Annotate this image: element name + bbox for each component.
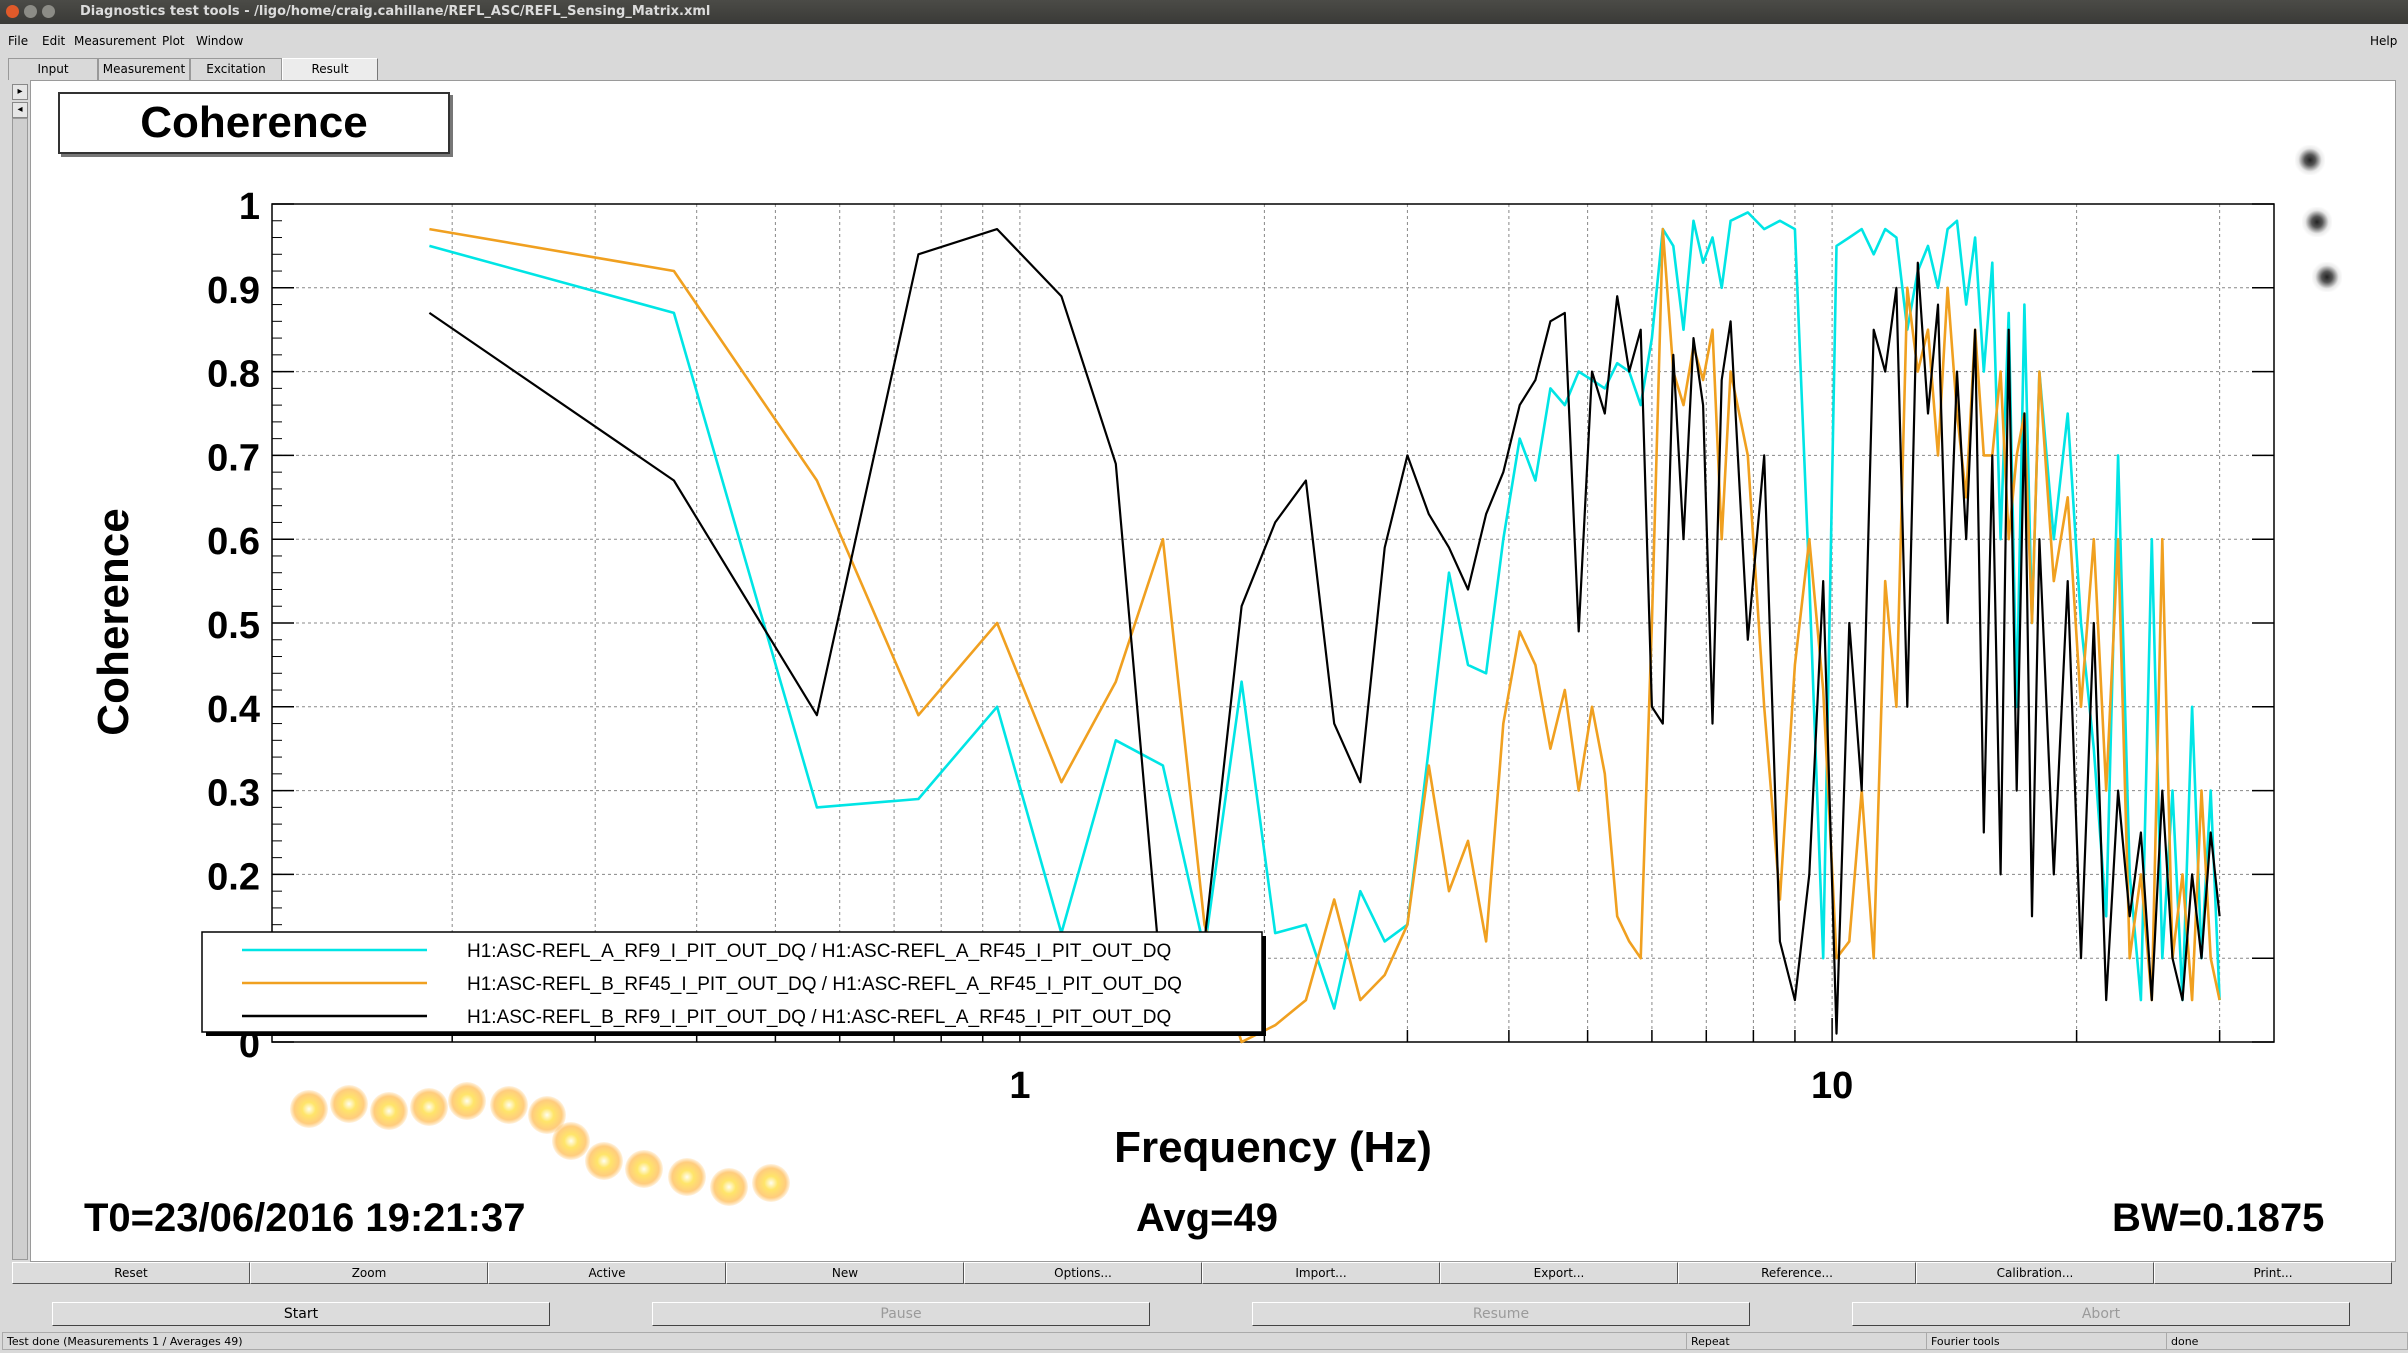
decorative-sparkle	[490, 1086, 528, 1124]
x-tick-label: 1	[1009, 1065, 1030, 1107]
decorative-sparkle	[330, 1085, 368, 1123]
export-button[interactable]: Export...	[1440, 1262, 1678, 1284]
status-tools: Fourier tools	[1926, 1332, 2168, 1350]
options-button[interactable]: Options...	[964, 1262, 1202, 1284]
t0-timestamp: T0=23/06/2016 19:21:37	[84, 1196, 526, 1240]
legend-entry: H1:ASC-REFL_B_RF45_I_PIT_OUT_DQ / H1:ASC…	[467, 974, 1182, 995]
import-button[interactable]: Import...	[1202, 1262, 1440, 1284]
legend: H1:ASC-REFL_A_RF9_I_PIT_OUT_DQ / H1:ASC-…	[201, 931, 1266, 1036]
abort-button[interactable]: Abort	[1852, 1302, 2350, 1326]
y-tick-label: 0.9	[207, 270, 260, 312]
reset-button[interactable]: Reset	[12, 1262, 250, 1284]
decorative-sparkle	[290, 1090, 328, 1128]
resume-button[interactable]: Resume	[1252, 1302, 1750, 1326]
new-button[interactable]: New	[726, 1262, 964, 1284]
status-bar: Test done (Measurements 1 / Averages 49)…	[0, 1332, 2408, 1350]
legend-entry: H1:ASC-REFL_B_RF9_I_PIT_OUT_DQ / H1:ASC-…	[467, 1007, 1171, 1028]
status-state: done	[2166, 1332, 2408, 1350]
status-repeat: Repeat	[1686, 1332, 1928, 1350]
y-tick-label: 0.7	[207, 437, 260, 479]
y-tick-label: 0.2	[207, 856, 260, 898]
decorative-sparkle	[370, 1092, 408, 1130]
print-button[interactable]: Print...	[2154, 1262, 2392, 1284]
y-axis-label: Coherence	[89, 508, 138, 735]
series-lines	[428, 211, 2221, 1044]
coherence-chart[interactable]: 00.10.20.30.40.50.60.70.80.91 110 H1:ASC…	[0, 0, 2408, 1353]
calibration-button[interactable]: Calibration...	[1916, 1262, 2154, 1284]
average-count: Avg=49	[1136, 1196, 1278, 1240]
decorative-sparkle	[448, 1082, 486, 1120]
plot-button-row: Reset Zoom Active New Options... Import.…	[12, 1262, 2392, 1284]
pause-button[interactable]: Pause	[652, 1302, 1150, 1326]
decorative-sparkle	[585, 1142, 623, 1180]
bandwidth-value: BW=0.1875	[2112, 1196, 2325, 1240]
y-tick-label: 0.3	[207, 773, 260, 815]
y-tick-label: 1	[239, 186, 260, 228]
y-tick-label: 0.4	[207, 689, 260, 731]
decorative-sparkle	[625, 1150, 663, 1188]
x-axis-label: Frequency (Hz)	[1114, 1123, 1432, 1172]
y-tick-label: 0.5	[207, 605, 260, 647]
active-button[interactable]: Active	[488, 1262, 726, 1284]
zoom-button[interactable]: Zoom	[250, 1262, 488, 1284]
decorative-sparkle	[410, 1088, 448, 1126]
legend-entry: H1:ASC-REFL_A_RF9_I_PIT_OUT_DQ / H1:ASC-…	[467, 941, 1171, 962]
decorative-sparkle	[752, 1164, 790, 1202]
y-tick-label: 0.6	[207, 521, 260, 563]
reference-button[interactable]: Reference...	[1678, 1262, 1916, 1284]
decorative-sparkle	[552, 1122, 590, 1160]
decorative-speck	[2295, 145, 2325, 175]
decorative-speck	[2312, 262, 2342, 292]
measurement-button-row: Start Pause Resume Abort	[52, 1302, 2352, 1328]
x-tick-label: 10	[1811, 1065, 1853, 1107]
decorative-speck	[2302, 207, 2332, 237]
start-button[interactable]: Start	[52, 1302, 550, 1326]
decorative-sparkle	[710, 1168, 748, 1206]
y-tick-label: 0.8	[207, 354, 260, 396]
decorative-sparkle	[668, 1158, 706, 1196]
status-message: Test done (Measurements 1 / Averages 49)	[2, 1332, 1688, 1350]
